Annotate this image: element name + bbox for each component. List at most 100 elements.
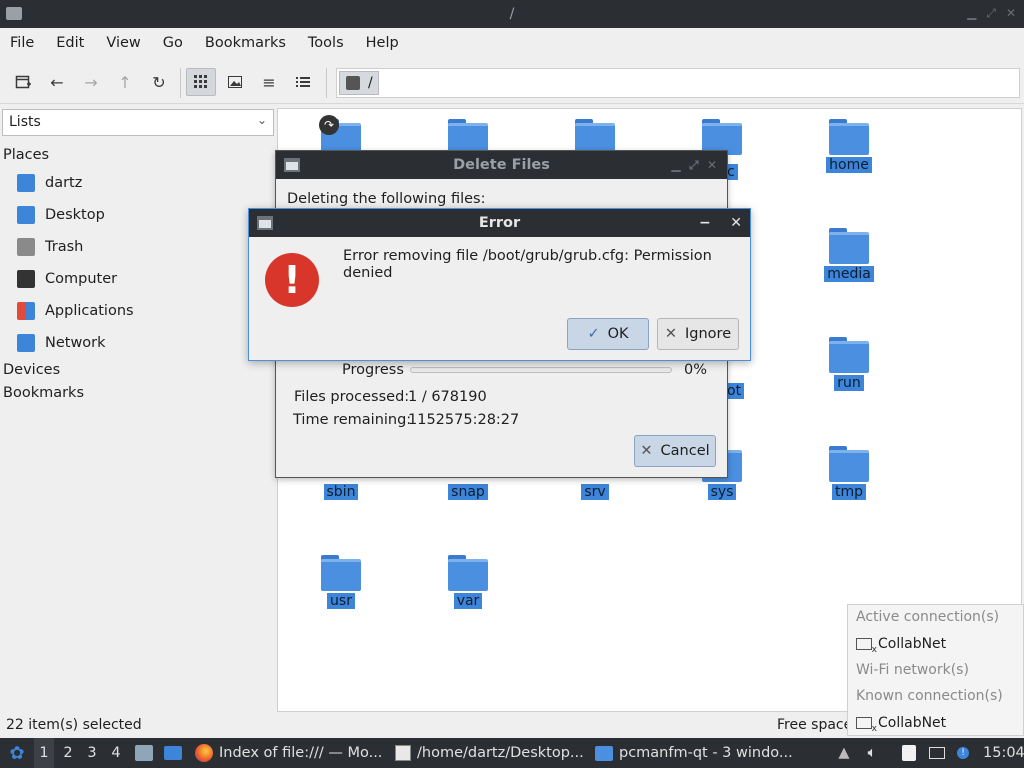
sidebar-item-applications[interactable]: Applications xyxy=(17,302,134,320)
sidebar-item-label: dartz xyxy=(45,175,83,191)
window-icon xyxy=(284,158,300,172)
delete-dialog-title: Delete Files xyxy=(453,157,550,173)
minimize-icon[interactable]: ▁ xyxy=(671,158,680,172)
sidebar-item-dartz[interactable]: dartz xyxy=(17,174,82,192)
window-icon xyxy=(257,216,273,230)
cancel-button[interactable]: ✕ Cancel xyxy=(634,435,716,467)
connection-label: CollabNet xyxy=(878,636,947,652)
workspace-1[interactable]: 1 xyxy=(34,738,54,768)
window-titlebar: / ▁ ⤢ ✕ xyxy=(0,0,1024,28)
minimize-icon[interactable]: − xyxy=(699,215,711,231)
task-pcmanfm[interactable]: pcmanfm-qt - 3 windo... xyxy=(595,738,793,768)
task-label: Index of file:/// — Mo... xyxy=(219,745,383,761)
folder-label: srv xyxy=(581,484,609,500)
close-icon[interactable]: ✕ xyxy=(1006,6,1016,21)
menu-help[interactable]: Help xyxy=(366,35,399,51)
tray-updates[interactable]: ▲ xyxy=(836,738,852,768)
menu-bar: File Edit View Go Bookmarks Tools Help xyxy=(0,28,1024,58)
detailed-view-button[interactable] xyxy=(288,68,318,96)
network-menu: Active connection(s) CollabNet Wi-Fi net… xyxy=(847,604,1024,736)
network-wired-icon xyxy=(929,747,945,759)
folder-icon xyxy=(595,745,613,761)
start-menu-button[interactable]: ✿ xyxy=(6,738,28,768)
wired-disconnected-icon xyxy=(856,638,877,655)
sidebar: Lists ⌄ Places dartz Desktop Trash Compu… xyxy=(0,106,276,712)
error-icon: ! xyxy=(265,253,319,307)
forward-button[interactable]: → xyxy=(76,68,106,96)
clock[interactable]: 15:04 xyxy=(983,738,1024,768)
menu-tools[interactable]: Tools xyxy=(308,35,344,51)
menu-go[interactable]: Go xyxy=(163,35,183,51)
bookmarks-heading[interactable]: Bookmarks xyxy=(3,385,84,401)
ok-button[interactable]: ✓ OK xyxy=(567,318,649,350)
image-icon xyxy=(228,76,242,88)
devices-heading[interactable]: Devices xyxy=(3,362,60,378)
sidebar-item-label: Trash xyxy=(45,239,84,255)
folder-item-home[interactable]: home xyxy=(799,119,899,173)
drive-icon xyxy=(346,76,360,90)
quicklaunch-files[interactable] xyxy=(134,738,154,768)
places-heading[interactable]: Places xyxy=(3,147,49,163)
folder-item-var[interactable]: var xyxy=(418,555,518,609)
folder-item-media[interactable]: media xyxy=(799,228,899,282)
trash-icon xyxy=(17,238,35,256)
grid-icon xyxy=(194,75,207,88)
workspace-3[interactable]: 3 xyxy=(82,738,102,768)
workspace-4[interactable]: 4 xyxy=(106,738,126,768)
maximize-icon[interactable]: ⤢ xyxy=(986,6,996,21)
sidebar-item-trash[interactable]: Trash xyxy=(17,238,83,256)
sidebar-mode-select[interactable]: Lists ⌄ xyxy=(2,109,274,136)
files-processed-label: Files processed: xyxy=(294,389,410,405)
sidebar-item-network[interactable]: Network xyxy=(17,334,106,352)
time-remaining-value: 1152575:28:27 xyxy=(408,412,520,428)
menu-file[interactable]: File xyxy=(10,35,34,51)
sidebar-item-computer[interactable]: Computer xyxy=(17,270,117,288)
tray-network[interactable] xyxy=(928,738,946,768)
sidebar-item-label: Applications xyxy=(45,303,134,319)
back-button[interactable]: ← xyxy=(42,68,72,96)
up-button[interactable]: ↑ xyxy=(110,68,140,96)
path-root-button[interactable]: / xyxy=(339,71,379,95)
folder-item-usr[interactable]: usr xyxy=(291,555,391,609)
tray-volume[interactable]: 🔈︎ xyxy=(864,738,880,768)
known-connection-item[interactable]: CollabNet xyxy=(856,715,946,734)
close-icon[interactable]: ✕ xyxy=(707,158,717,172)
menu-edit[interactable]: Edit xyxy=(56,35,84,51)
sidebar-item-desktop[interactable]: Desktop xyxy=(17,206,105,224)
folder-label: run xyxy=(834,375,864,391)
reload-button[interactable]: ↻ xyxy=(144,68,174,96)
icon-view-button[interactable] xyxy=(186,68,216,96)
ignore-button[interactable]: ✕ Ignore xyxy=(657,318,739,350)
time-remaining-label: Time remaining: xyxy=(293,412,412,428)
menu-view[interactable]: View xyxy=(106,35,140,51)
minimize-icon[interactable]: ▁ xyxy=(967,6,976,21)
maximize-icon[interactable]: ⤢ xyxy=(689,158,699,172)
close-icon[interactable]: ✕ xyxy=(730,215,742,231)
folder-label: usr xyxy=(327,593,355,609)
text-editor-icon xyxy=(395,745,411,761)
task-text-editor[interactable]: /home/dartz/Desktop... xyxy=(395,738,584,768)
error-dialog-titlebar: Error − ✕ xyxy=(249,209,750,237)
new-tab-button[interactable] xyxy=(8,68,38,96)
thumbnail-view-button[interactable] xyxy=(220,68,250,96)
folder-item-run[interactable]: run xyxy=(799,337,899,391)
folder-label: home xyxy=(826,157,872,173)
show-desktop-button[interactable] xyxy=(163,738,183,768)
task-label: /home/dartz/Desktop... xyxy=(417,745,584,761)
tray-clipboard[interactable] xyxy=(901,738,917,768)
detail-list-icon xyxy=(296,77,310,87)
folder-item-tmp[interactable]: tmp xyxy=(799,446,899,500)
chevron-down-icon: ⌄ xyxy=(256,113,267,127)
folder-icon xyxy=(829,337,869,373)
clipboard-icon xyxy=(902,745,916,761)
deleting-heading: Deleting the following files: xyxy=(287,191,486,207)
task-firefox[interactable]: Index of file:/// — Mo... xyxy=(195,738,382,768)
workspace-2[interactable]: 2 xyxy=(58,738,78,768)
tray-notifications[interactable]: ! xyxy=(955,738,971,768)
compact-view-button[interactable]: ≡ xyxy=(254,68,284,96)
path-bar[interactable]: / xyxy=(336,68,1020,98)
menu-bookmarks[interactable]: Bookmarks xyxy=(205,35,286,51)
delete-dialog-titlebar: Delete Files ▁ ⤢ ✕ xyxy=(276,151,727,179)
active-connection-item[interactable]: CollabNet xyxy=(856,636,947,655)
wired-disconnected-icon xyxy=(856,717,877,734)
